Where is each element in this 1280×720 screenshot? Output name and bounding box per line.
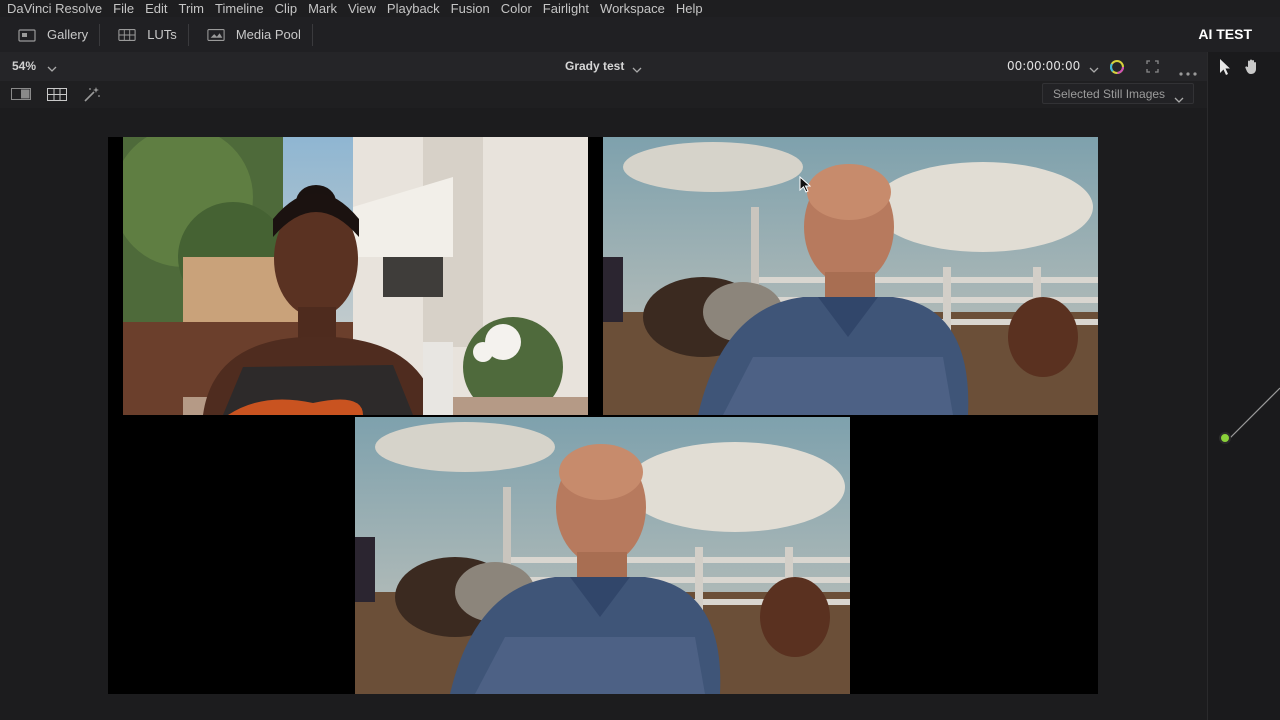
toolbar-divider <box>311 23 313 46</box>
still-images-dropdown[interactable]: Selected Still Images <box>1042 83 1194 104</box>
single-view-icon[interactable] <box>11 88 31 103</box>
chevron-down-icon[interactable] <box>47 61 57 76</box>
gallery-button[interactable]: Gallery <box>0 17 99 52</box>
node-output-dot[interactable] <box>1219 432 1231 444</box>
media-pool-button[interactable]: Media Pool <box>189 17 312 52</box>
more-icon[interactable] <box>1179 64 1197 79</box>
still-image-woman[interactable] <box>123 137 588 415</box>
viewer-header: 54% Grady test 00:00:00:00 <box>0 52 1207 82</box>
gallery-icon <box>18 28 36 42</box>
media-pool-icon <box>207 28 225 42</box>
menu-item-view[interactable]: View <box>341 1 376 16</box>
menu-item-color[interactable]: Color <box>494 1 532 16</box>
project-name: AI TEST <box>1198 26 1252 42</box>
menu-item-help[interactable]: Help <box>669 1 703 16</box>
chevron-down-icon <box>1174 90 1184 111</box>
menu-item-clip[interactable]: Clip <box>268 1 297 16</box>
timecode[interactable]: 00:00:00:00 <box>1007 52 1080 81</box>
hand-icon[interactable] <box>1243 58 1261 79</box>
still-image-man-top[interactable] <box>603 137 1098 415</box>
luts-icon <box>118 28 136 42</box>
magic-wand-icon[interactable] <box>83 86 101 106</box>
fullscreen-icon[interactable] <box>1145 59 1160 77</box>
mouse-cursor-icon <box>799 176 811 193</box>
chevron-down-icon[interactable] <box>632 62 642 77</box>
menu-item-workspace[interactable]: Workspace <box>593 1 665 16</box>
still-image-man-bottom[interactable] <box>355 417 850 694</box>
node-connection-line <box>1230 387 1280 439</box>
menu-item-trim[interactable]: Trim <box>172 1 205 16</box>
luts-button[interactable]: LUTs <box>100 17 188 52</box>
zoom-level[interactable]: 54% <box>12 52 36 81</box>
viewer-subbar: Selected Still Images <box>0 81 1207 108</box>
menu-item-fairlight[interactable]: Fairlight <box>536 1 589 16</box>
menu-item-edit[interactable]: Edit <box>138 1 167 16</box>
still-images-label: Selected Still Images <box>1053 87 1166 101</box>
menu-item-davinci-resolve[interactable]: DaVinci Resolve <box>0 1 102 16</box>
grid-view-icon[interactable] <box>47 88 67 104</box>
gallery-label: Gallery <box>47 27 89 42</box>
menu-item-mark[interactable]: Mark <box>301 1 337 16</box>
clip-name[interactable]: Grady test <box>565 52 624 81</box>
menu-item-timeline[interactable]: Timeline <box>208 1 264 16</box>
viewer-canvas[interactable] <box>108 137 1098 694</box>
media-pool-label: Media Pool <box>235 27 301 42</box>
color-wheel-icon[interactable] <box>1108 58 1126 79</box>
menu-item-fusion[interactable]: Fusion <box>444 1 490 16</box>
chevron-down-icon[interactable] <box>1089 62 1099 77</box>
menu-item-file[interactable]: File <box>106 1 134 16</box>
menu-item-playback[interactable]: Playback <box>380 1 440 16</box>
luts-label: LUTs <box>147 27 177 42</box>
pointer-icon[interactable] <box>1218 58 1232 79</box>
top-toolbar: Gallery LUTs Media Pool <box>0 17 1280 53</box>
menu-bar: DaVinci Resolve File Edit Trim Timeline Clip M… <box>0 0 1280 17</box>
